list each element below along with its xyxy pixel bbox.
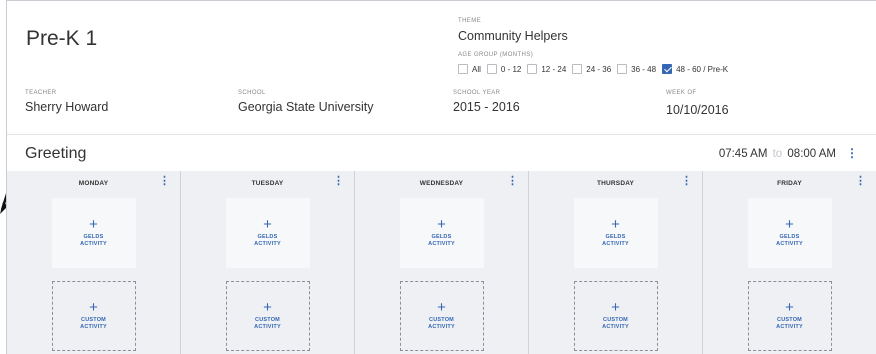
theme-block: THEME Community Helpers AGE GROUP (MONTH… xyxy=(458,18,734,74)
age-group-label: AGE GROUP (MONTHS) xyxy=(458,52,534,58)
add-gelds-activity-button[interactable]: + GELDS ACTIVITY xyxy=(573,198,658,268)
day-menu-icon[interactable]: ⋮ xyxy=(855,176,866,187)
day-name: THURSDAY xyxy=(596,180,635,187)
day-column-friday: FRIDAY ⋮ + GELDS ACTIVITY + CUSTOM ACTIVIT… xyxy=(703,171,876,354)
teacher-label: TEACHER xyxy=(25,90,57,96)
age-option-36-48[interactable]: 36 - 48 xyxy=(617,64,656,74)
age-option-0-12[interactable]: 0 - 12 xyxy=(486,64,522,74)
day-name: MONDAY xyxy=(78,180,109,187)
plus-icon: + xyxy=(785,299,794,316)
time-separator: to xyxy=(772,148,783,160)
theme-label: THEME xyxy=(458,18,481,24)
time-range[interactable]: 07:45 AM to 08:00 AM xyxy=(719,148,836,160)
add-gelds-activity-button[interactable]: + GELDS ACTIVITY xyxy=(747,198,832,268)
day-column-wednesday: WEDNESDAY ⋮ + GELDS ACTIVITY + CUSTOM ACTI… xyxy=(355,171,529,354)
start-time[interactable]: 07:45 AM xyxy=(719,148,768,160)
day-columns: MONDAY ⋮ + GELDS ACTIVITY + CUSTOM ACTIVIT… xyxy=(7,171,876,354)
plus-icon: + xyxy=(437,216,446,233)
school-value: Georgia State University xyxy=(238,100,374,114)
school-field: SCHOOL Georgia State University xyxy=(238,90,373,114)
section-title: Greeting xyxy=(25,145,87,162)
day-column-tuesday: TUESDAY ⋮ + GELDS ACTIVITY + CUSTOM ACTIVI… xyxy=(181,171,355,354)
age-option-24-36[interactable]: 24 - 36 xyxy=(572,64,611,74)
card-label: GELDS ACTIVITY xyxy=(254,234,281,247)
day-name: WEDNESDAY xyxy=(419,180,464,187)
card-label: GELDS ACTIVITY xyxy=(776,234,803,247)
age-option-label: All xyxy=(472,64,481,74)
add-custom-activity-button[interactable]: + CUSTOM ACTIVITY xyxy=(399,281,484,351)
card-label: GELDS ACTIVITY xyxy=(602,234,629,247)
checkbox-icon[interactable] xyxy=(458,64,468,74)
day-menu-icon[interactable]: ⋮ xyxy=(159,176,170,187)
card-label: CUSTOM ACTIVITY xyxy=(428,317,455,330)
day-column-thursday: THURSDAY ⋮ + GELDS ACTIVITY + CUSTOM ACTIV… xyxy=(529,171,703,354)
section-menu-icon[interactable]: ⋮ xyxy=(846,147,858,159)
school-year-value: 2015 - 2016 xyxy=(453,100,520,114)
add-gelds-activity-button[interactable]: + GELDS ACTIVITY xyxy=(399,198,484,268)
school-label: SCHOOL xyxy=(238,90,266,96)
teacher-value: Sherry Howard xyxy=(25,100,109,114)
card-label: CUSTOM ACTIVITY xyxy=(80,317,107,330)
school-year-label: SCHOOL YEAR xyxy=(453,90,501,96)
age-option-48-60[interactable]: 48 - 60 / Pre-K xyxy=(662,64,728,74)
age-option-label: 24 - 36 xyxy=(586,64,612,74)
plus-icon: + xyxy=(785,216,794,233)
plus-icon: + xyxy=(437,299,446,316)
age-option-all[interactable]: All xyxy=(458,64,481,74)
week-of-value[interactable]: 10/10/2016 xyxy=(666,103,729,117)
add-gelds-activity-button[interactable]: + GELDS ACTIVITY xyxy=(225,198,310,268)
day-column-monday: MONDAY ⋮ + GELDS ACTIVITY + CUSTOM ACTIVIT… xyxy=(7,171,181,354)
checkbox-icon[interactable] xyxy=(486,64,497,74)
age-option-12-24[interactable]: 12 - 24 xyxy=(527,64,566,74)
header-divider xyxy=(7,134,876,135)
page-title: Pre-K 1 xyxy=(26,27,98,50)
checkbox-icon[interactable] xyxy=(527,64,538,74)
theme-value: Community Helpers xyxy=(458,29,568,43)
lesson-plan-panel: Pre-K 1 THEME Community Helpers AGE GROU… xyxy=(6,0,876,354)
checkbox-icon[interactable] xyxy=(572,64,583,74)
teacher-field: TEACHER Sherry Howard xyxy=(25,90,108,114)
age-group-options: All 0 - 12 12 - 24 24 - 36 36 - 48 48 - … xyxy=(458,64,734,74)
day-name: FRIDAY xyxy=(777,180,802,187)
plus-icon: + xyxy=(611,216,620,233)
day-menu-icon[interactable]: ⋮ xyxy=(681,176,692,187)
end-time[interactable]: 08:00 AM xyxy=(787,148,836,160)
plus-icon: + xyxy=(263,216,272,233)
checkbox-icon[interactable] xyxy=(617,64,628,74)
add-custom-activity-button[interactable]: + CUSTOM ACTIVITY xyxy=(225,281,310,351)
school-year-field: SCHOOL YEAR 2015 - 2016 xyxy=(453,90,520,114)
day-menu-icon[interactable]: ⋮ xyxy=(333,176,344,187)
card-label: CUSTOM ACTIVITY xyxy=(776,317,803,330)
card-label: CUSTOM ACTIVITY xyxy=(602,317,629,330)
age-option-label: 36 - 48 xyxy=(631,64,657,74)
checkbox-checked-icon[interactable] xyxy=(662,64,673,74)
plus-icon: + xyxy=(89,216,98,233)
week-of-label: WEEK OF xyxy=(666,90,697,96)
day-menu-icon[interactable]: ⋮ xyxy=(507,176,518,187)
plus-icon: + xyxy=(611,299,620,316)
card-label: CUSTOM ACTIVITY xyxy=(254,317,281,330)
plus-icon: + xyxy=(89,299,98,316)
card-label: GELDS ACTIVITY xyxy=(80,234,107,247)
day-name: TUESDAY xyxy=(251,180,284,187)
add-custom-activity-button[interactable]: + CUSTOM ACTIVITY xyxy=(51,281,136,351)
add-custom-activity-button[interactable]: + CUSTOM ACTIVITY xyxy=(747,281,832,351)
age-option-label: 48 - 60 / Pre-K xyxy=(676,64,729,74)
add-custom-activity-button[interactable]: + CUSTOM ACTIVITY xyxy=(573,281,658,351)
age-option-label: 12 - 24 xyxy=(541,64,567,74)
add-gelds-activity-button[interactable]: + GELDS ACTIVITY xyxy=(51,198,136,268)
week-of-field[interactable]: WEEK OF 10/10/2016 xyxy=(666,90,729,117)
plus-icon: + xyxy=(263,299,272,316)
age-option-label: 0 - 12 xyxy=(500,64,522,74)
card-label: GELDS ACTIVITY xyxy=(428,234,455,247)
